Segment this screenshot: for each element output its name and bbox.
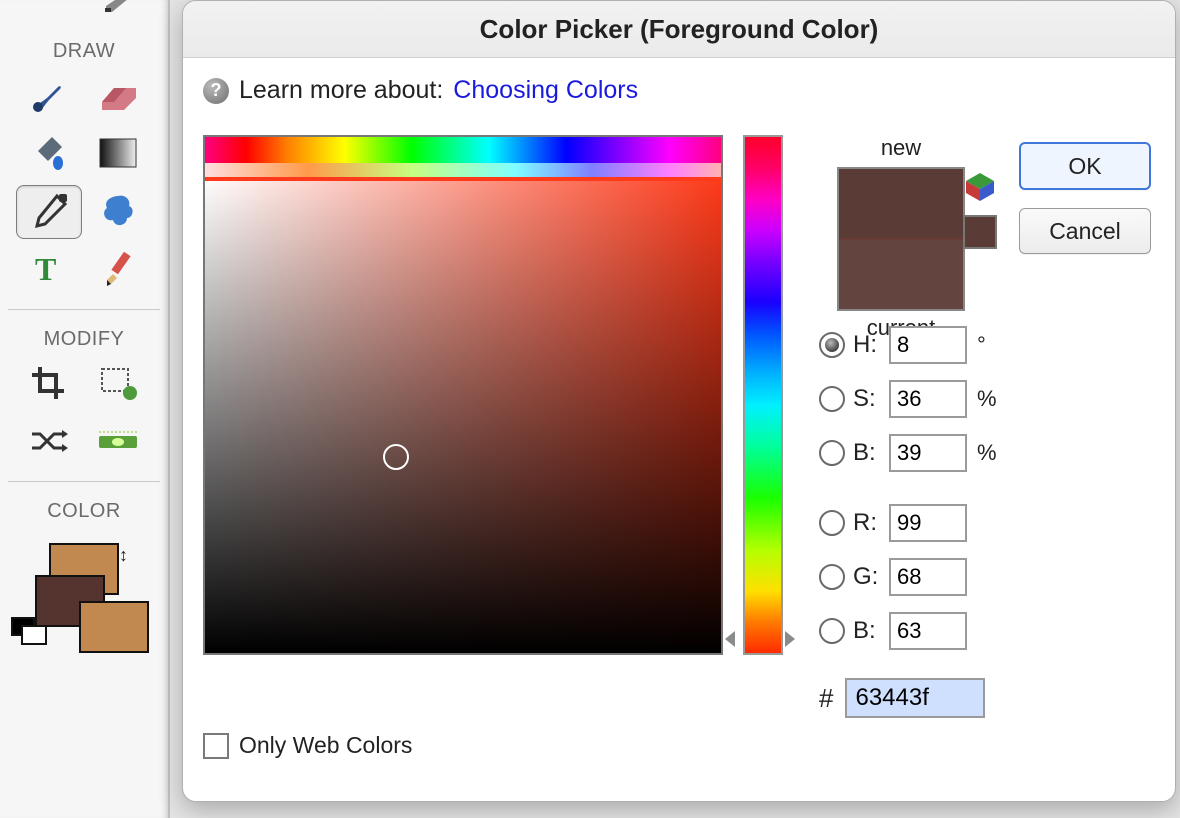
only-web-colors-label: Only Web Colors	[239, 732, 412, 759]
color-picker-dialog: Color Picker (Foreground Color) ? Learn …	[182, 0, 1176, 802]
color-cube-icon[interactable]	[964, 171, 996, 203]
toolbox: DRAW T	[0, 0, 170, 818]
radio-b[interactable]	[819, 618, 845, 644]
section-color-label: COLOR	[47, 500, 121, 523]
label-h: H:	[853, 331, 889, 359]
hue-marker-right[interactable]	[785, 631, 795, 647]
label-s: S:	[853, 385, 889, 413]
new-color-label: new	[811, 135, 991, 161]
tool-draw-pencil[interactable]	[86, 243, 150, 295]
input-g[interactable]	[889, 558, 967, 596]
choosing-colors-link[interactable]: Choosing Colors	[453, 76, 638, 105]
only-web-colors-checkbox[interactable]	[203, 733, 229, 759]
color-value-inputs: H: ° S: % B: %	[819, 318, 1019, 718]
hex-hash: #	[819, 683, 833, 714]
new-color-swatch[interactable]	[839, 169, 963, 240]
svg-text:T: T	[35, 252, 56, 286]
tool-level[interactable]	[86, 415, 150, 467]
section-modify-label: MODIFY	[44, 328, 125, 351]
tool-plugin-blob[interactable]	[86, 185, 150, 237]
suffix-h: °	[977, 332, 986, 358]
tool-gradient[interactable]	[86, 127, 150, 179]
label-bv: B:	[853, 439, 889, 467]
tool-eyedropper[interactable]	[16, 185, 82, 239]
tool-bucket[interactable]	[16, 127, 80, 179]
radio-bv[interactable]	[819, 440, 845, 466]
input-s[interactable]	[889, 380, 967, 418]
help-icon[interactable]: ?	[203, 78, 229, 104]
input-r[interactable]	[889, 504, 967, 542]
ok-button[interactable]: OK	[1019, 142, 1151, 190]
radio-r[interactable]	[819, 510, 845, 536]
section-draw-label: DRAW	[53, 40, 115, 63]
label-r: R:	[853, 509, 889, 537]
tool-crop[interactable]	[16, 357, 80, 409]
tool-eraser[interactable]	[86, 69, 150, 121]
radio-g[interactable]	[819, 564, 845, 590]
swap-colors-icon[interactable]: ↕	[119, 545, 128, 566]
input-hex[interactable]	[845, 678, 985, 718]
label-g: G:	[853, 563, 889, 591]
saturation-brightness-field[interactable]	[203, 135, 723, 655]
tool-pencil-peek[interactable]	[86, 0, 150, 26]
tool-shuffle[interactable]	[16, 415, 80, 467]
suffix-bv: %	[977, 440, 997, 466]
tool-brush[interactable]	[16, 69, 80, 121]
tool-transform[interactable]	[86, 357, 150, 409]
label-b: B:	[853, 617, 889, 645]
suffix-s: %	[977, 386, 997, 412]
radio-h[interactable]	[819, 332, 845, 358]
radio-s[interactable]	[819, 386, 845, 412]
hue-slider[interactable]	[743, 135, 783, 655]
hue-marker-left[interactable]	[725, 631, 735, 647]
mini-current-swatch[interactable]	[963, 215, 997, 249]
cancel-button[interactable]: Cancel	[1019, 208, 1151, 254]
default-colors-mini-white[interactable]	[21, 625, 47, 645]
learn-more-text: Learn more about:	[239, 76, 443, 105]
color-swatches[interactable]: ↕	[19, 543, 149, 663]
current-color-swatch[interactable]	[839, 240, 963, 309]
background-color-swatch-lower[interactable]	[79, 601, 149, 653]
tool-text[interactable]: T	[16, 243, 80, 295]
input-b[interactable]	[889, 612, 967, 650]
dialog-title: Color Picker (Foreground Color)	[183, 1, 1175, 58]
input-bv[interactable]	[889, 434, 967, 472]
input-h[interactable]	[889, 326, 967, 364]
new-current-swatch	[837, 167, 965, 311]
